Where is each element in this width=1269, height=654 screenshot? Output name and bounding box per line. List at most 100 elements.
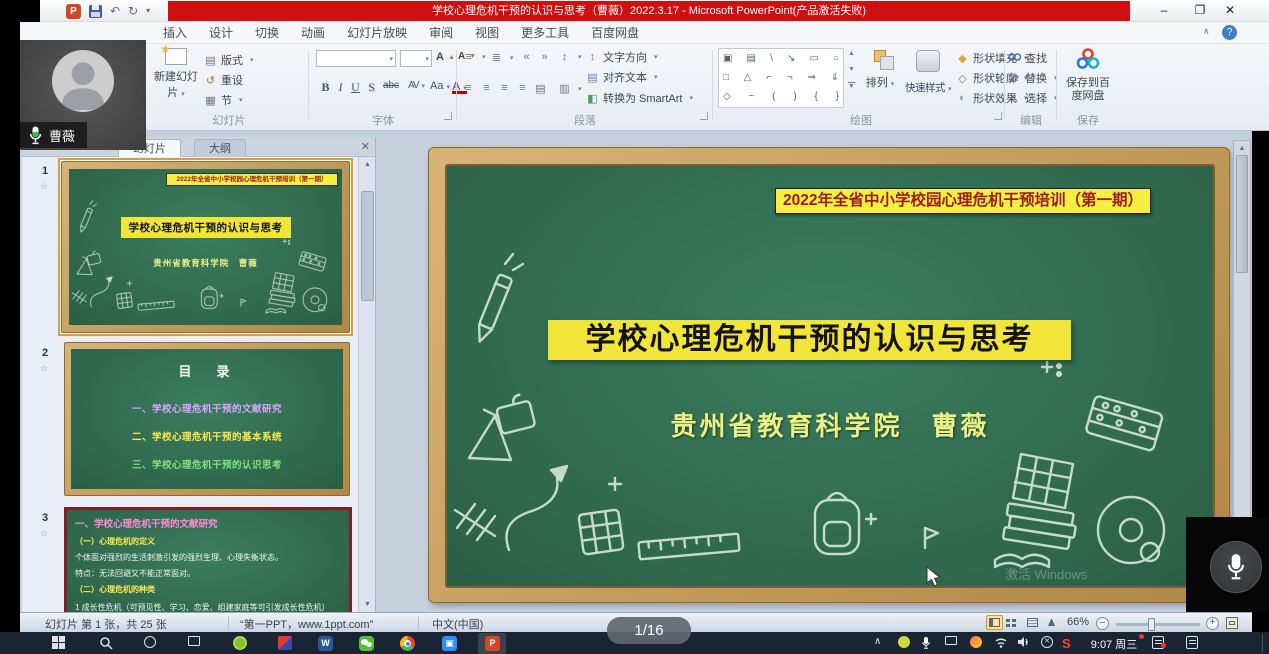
fit-to-window-button[interactable]: [1226, 617, 1238, 629]
tab-more-tools[interactable]: 更多工具: [510, 22, 580, 43]
panel-scrollbar[interactable]: ▲ ▼: [358, 157, 375, 612]
zoom-in-button[interactable]: +: [1206, 617, 1219, 630]
tray-notification-2[interactable]: [1186, 636, 1198, 649]
reset-button[interactable]: ↺重设: [204, 72, 243, 88]
tab-view[interactable]: 视图: [464, 22, 510, 43]
tray-display-device[interactable]: [945, 636, 957, 645]
strikethrough-button[interactable]: abc: [380, 80, 402, 91]
zoom-out-button[interactable]: –: [1096, 617, 1109, 630]
font-size-select[interactable]: [400, 50, 432, 67]
slide-sorter-button[interactable]: [1005, 615, 1022, 630]
tray-app-3[interactable]: ✕: [1041, 636, 1053, 648]
shapes-more-icon[interactable]: ▼: [848, 82, 855, 90]
slide-canvas[interactable]: 2022年全省中小学校园心理危机干预培训（第一期） 学校心理危机干预的认识与思考…: [428, 147, 1230, 603]
restore-button[interactable]: ❐: [1187, 0, 1213, 22]
quick-styles-button[interactable]: 快速样式: [904, 50, 952, 95]
taskbar-search-button[interactable]: [99, 636, 113, 650]
shapes-scroll-up-icon[interactable]: ▲: [848, 50, 855, 57]
scroll-up-icon[interactable]: ▲: [1234, 141, 1250, 156]
numbering-button[interactable]: ≣: [490, 51, 514, 64]
align-center-button[interactable]: ≡: [480, 82, 493, 94]
webcam-overlay[interactable]: 曹薇: [20, 40, 146, 150]
increase-indent-button[interactable]: »: [538, 51, 551, 63]
shapes-scroll-down-icon[interactable]: ▼: [848, 66, 855, 73]
tray-network[interactable]: [994, 636, 1008, 648]
tab-animations[interactable]: 动画: [290, 22, 336, 43]
zoom-slider-thumb[interactable]: [1148, 618, 1155, 631]
line-spacing-button[interactable]: ↕: [558, 51, 582, 63]
justify-button[interactable]: ≡: [516, 82, 529, 94]
tab-design[interactable]: 设计: [198, 22, 244, 43]
tab-outline[interactable]: 大纲: [194, 139, 246, 157]
tab-slideshow[interactable]: 幻灯片放映: [336, 22, 418, 43]
thumbnail-slide-1[interactable]: 2022年全省中小学校园心理危机干预培训（第一期） 学校心理危机干预的认识与思考…: [58, 158, 353, 336]
tab-transitions[interactable]: 切换: [244, 22, 290, 43]
close-button[interactable]: ✕: [1217, 0, 1243, 22]
taskbar-app-wechat[interactable]: [359, 636, 374, 651]
align-text-button[interactable]: ▤对齐文本: [586, 69, 658, 85]
thumbnail-slide-3[interactable]: 一、学校心理危机干预的文献研究 （一）心理危机的定义 个体面对强烈的生活刺激引发…: [64, 507, 352, 612]
help-icon[interactable]: ?: [1222, 25, 1237, 40]
slideshow-view-button[interactable]: [1043, 615, 1060, 630]
tray-volume[interactable]: [1017, 636, 1031, 648]
decrease-indent-button[interactable]: «: [520, 51, 533, 63]
taskbar-app-chrome[interactable]: [400, 636, 415, 651]
section-button[interactable]: ▦节: [204, 92, 243, 108]
show-desktop-divider[interactable]: [1262, 634, 1263, 652]
panel-close-icon[interactable]: ✕: [361, 140, 370, 153]
tray-app-s[interactable]: S: [1062, 636, 1071, 651]
taskbar-clock[interactable]: 9:07 周三: [1085, 636, 1143, 652]
save-to-netdisk-button[interactable]: 保存到百度网盘: [1060, 48, 1116, 103]
paragraph-dialog-launcher[interactable]: [700, 112, 708, 120]
tab-review[interactable]: 审阅: [418, 22, 464, 43]
tray-app-2[interactable]: [970, 636, 982, 648]
taskbar-app-meeting[interactable]: ▣: [442, 636, 457, 651]
powerpoint-app-icon[interactable]: P: [66, 4, 81, 19]
tab-insert[interactable]: 插入: [152, 22, 198, 43]
start-button[interactable]: [52, 636, 65, 649]
language-status[interactable]: 中文(中国): [432, 616, 483, 632]
text-direction-button[interactable]: ↕文字方向: [586, 49, 658, 65]
collapse-ribbon-icon[interactable]: ∧: [1203, 26, 1210, 37]
bullets-button[interactable]: ≡: [462, 51, 486, 63]
tray-notification-1[interactable]: [1152, 636, 1164, 649]
select-button[interactable]: ↖选择: [1008, 90, 1058, 106]
layout-button[interactable]: ▤版式: [204, 52, 254, 68]
cortana-button[interactable]: [144, 636, 156, 648]
undo-icon[interactable]: ↶: [110, 2, 120, 20]
task-view-button[interactable]: [188, 636, 200, 646]
taskbar-app-word[interactable]: W: [318, 636, 333, 651]
italic-button[interactable]: I: [333, 80, 348, 95]
columns-button[interactable]: ▥: [558, 82, 582, 95]
scroll-up-icon[interactable]: ▲: [359, 157, 376, 172]
taskbar-app-360[interactable]: [233, 636, 247, 650]
bold-button[interactable]: B: [318, 80, 333, 95]
replace-button[interactable]: ⇄替换: [1008, 70, 1058, 86]
align-right-button[interactable]: ≡: [498, 82, 511, 94]
shapes-gallery[interactable]: ▣▤\↘▭○ □△⌐¬⇒⇓ ◇~(){}: [718, 48, 844, 108]
font-name-select[interactable]: [316, 50, 396, 67]
tab-baidu-netdisk[interactable]: 百度网盘: [580, 22, 650, 43]
thumbnail-slide-2[interactable]: 目 录 一、学校心理危机干预的文献研究 二、学校心理危机干预的基本系统 三、学校…: [64, 342, 350, 496]
tray-app-1[interactable]: [898, 636, 910, 648]
mute-button[interactable]: [1210, 541, 1262, 593]
font-dialog-launcher[interactable]: [444, 112, 452, 120]
zoom-slider[interactable]: [1116, 623, 1200, 626]
main-scroll-thumb[interactable]: [1236, 155, 1248, 273]
character-spacing-button[interactable]: AV: [406, 80, 426, 91]
new-slide-button[interactable]: 新建幻灯片: [152, 48, 200, 112]
text-shadow-button[interactable]: S: [364, 80, 379, 95]
taskbar-app-media[interactable]: [278, 636, 292, 650]
arrange-button[interactable]: 排列: [860, 50, 900, 90]
taskbar-app-powerpoint[interactable]: P: [485, 636, 500, 651]
align-left-button[interactable]: ≡: [462, 82, 475, 94]
scroll-down-icon[interactable]: ▼: [359, 597, 376, 612]
redo-icon[interactable]: ↻: [128, 2, 138, 20]
save-icon[interactable]: [89, 5, 102, 18]
grow-font-button[interactable]: A▲: [436, 51, 455, 63]
tray-expand-button[interactable]: ∧: [874, 636, 881, 647]
normal-view-button[interactable]: [986, 615, 1003, 630]
reading-view-button[interactable]: [1024, 615, 1041, 630]
customize-qat-icon[interactable]: ▾: [146, 2, 150, 20]
distribute-button[interactable]: ▤: [534, 82, 547, 95]
